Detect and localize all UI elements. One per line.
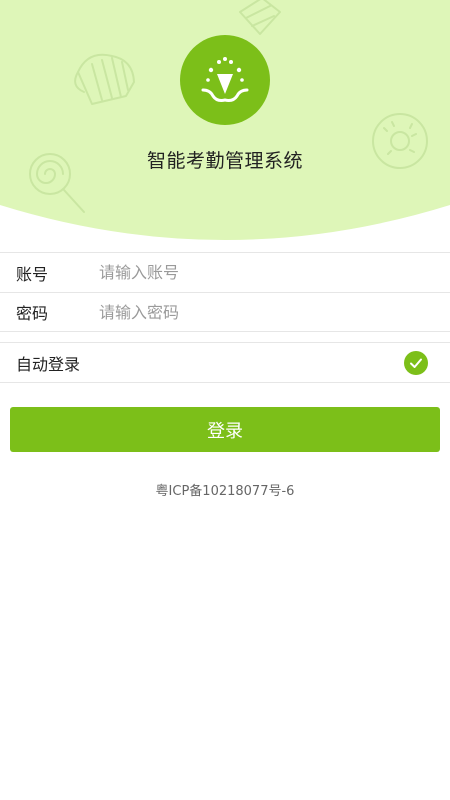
account-input[interactable] [99,263,450,282]
icp-record: 粤ICP备10218077号-6 [155,484,295,499]
app-logo-icon [201,57,249,102]
hero-header: 智能考勤管理系统 [0,0,450,250]
app-title: 智能考勤管理系统 [146,150,303,172]
password-row: 密码 [0,292,450,331]
login-button[interactable]: 登录 [10,407,440,452]
check-icon [410,358,422,368]
options-group: 自动登录 [0,342,450,383]
app-logo [180,35,270,125]
auto-login-row[interactable]: 自动登录 [0,343,450,382]
password-input[interactable] [99,302,450,322]
account-label: 账号 [16,264,49,284]
account-row: 账号 [0,253,450,292]
auto-login-checkbox[interactable] [404,350,428,375]
credentials-group: 账号 密码 [0,252,450,332]
login-page: 智能考勤管理系统 账号 密码 自动登录 登录 粤ICP备10218077号-6 [0,0,450,800]
password-label: 密码 [16,304,49,323]
auto-login-label: 自动登录 [16,354,81,374]
